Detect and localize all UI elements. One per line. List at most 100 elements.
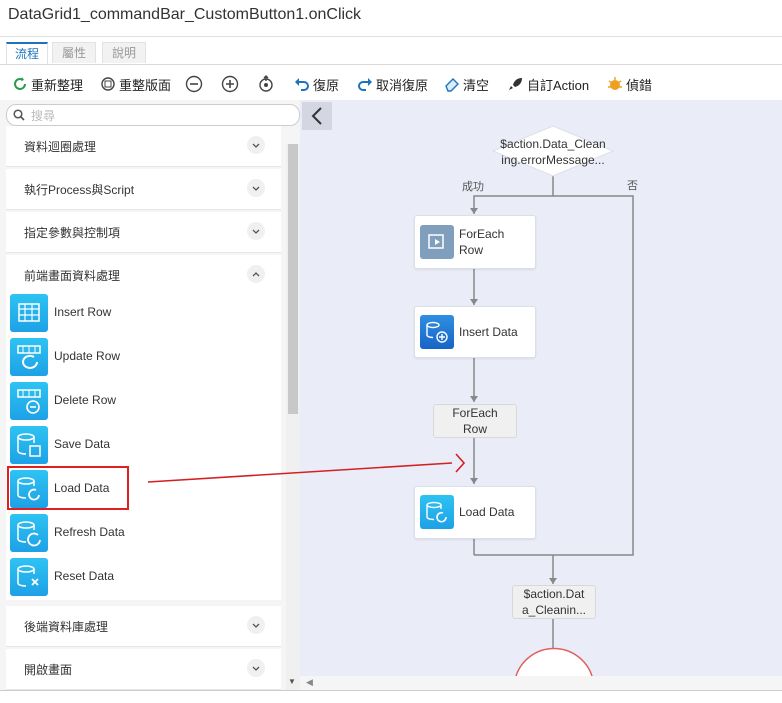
group-process-script[interactable]: 執行Process與Script — [6, 169, 281, 210]
database-save-icon — [10, 426, 48, 464]
table-icon — [10, 294, 48, 332]
scrollbar-thumb[interactable] — [288, 144, 298, 414]
search-placeholder: 搜尋 — [31, 109, 56, 123]
zoom-out-button[interactable] — [185, 74, 206, 94]
reorganize-button[interactable]: 重新整理 — [12, 74, 83, 94]
item-update-row[interactable]: Update Row — [10, 337, 270, 377]
load-data-label: Load Data — [459, 505, 515, 519]
foreach-end-node[interactable]: ForEach Row — [433, 404, 517, 438]
table-refresh-icon — [10, 338, 48, 376]
database-load-icon — [420, 495, 454, 529]
group-label: 後端資料庫處理 — [24, 620, 109, 634]
play-icon — [420, 225, 454, 259]
edge-label-success: 成功 — [462, 181, 484, 193]
group-label: 執行Process與Script — [24, 183, 135, 197]
action-line2: a_Cleanin... — [521, 603, 587, 617]
foreach-row-node[interactable]: ForEach Row — [414, 215, 536, 269]
reorganize-label: 重新整理 — [31, 77, 84, 93]
item-label: Delete Row — [54, 393, 117, 407]
item-label: Reset Data — [54, 569, 115, 583]
title-divider — [0, 36, 782, 37]
item-delete-row[interactable]: Delete Row — [10, 381, 270, 421]
toolbar: 重新整理 重整版面 復原 取消復原 清空 自訂Action 偵錯 — [0, 68, 782, 100]
group-data-loop[interactable]: 資料迴圈處理 — [6, 126, 281, 167]
decision-node[interactable]: $action.Data_Clean ing.errorMessage... — [492, 136, 614, 168]
foreach-end-line1: ForEach — [452, 406, 498, 420]
table-delete-icon — [10, 382, 48, 420]
fit-view-button[interactable] — [257, 74, 278, 94]
edge-label-no: 否 — [627, 180, 638, 192]
foreach-line2: Row — [459, 243, 484, 257]
item-label: Refresh Data — [54, 525, 125, 539]
window-title: DataGrid1_commandBar_CustomButton1.onCli… — [8, 6, 362, 23]
chevron-down-icon[interactable] — [247, 616, 265, 634]
layout-icon — [101, 77, 115, 91]
chevron-down-icon[interactable] — [247, 659, 265, 677]
refresh-icon — [14, 77, 26, 90]
canvas-hscrollbar[interactable]: ◀ — [300, 676, 782, 690]
debug-label: 偵錯 — [626, 77, 653, 93]
zoom-out-icon — [185, 75, 203, 93]
scroll-left-icon[interactable]: ◀ — [306, 677, 313, 688]
insert-data-node[interactable]: Insert Data — [414, 306, 536, 358]
decision-line1: $action.Data_Clean — [500, 137, 606, 151]
tab-flow[interactable]: 流程 — [6, 42, 48, 64]
database-refresh-icon — [10, 514, 48, 552]
clear-button[interactable]: 清空 — [444, 74, 489, 94]
foreach-line1: ForEach — [459, 227, 505, 241]
group-label: 資料迴圈處理 — [24, 140, 97, 154]
item-label: Save Data — [54, 437, 111, 451]
zoom-in-button[interactable] — [221, 74, 242, 94]
item-insert-row[interactable]: Insert Row — [10, 293, 270, 333]
chevron-down-icon[interactable] — [247, 222, 265, 240]
chevron-left-icon — [311, 107, 322, 125]
item-label: Update Row — [54, 349, 121, 363]
eraser-icon — [445, 78, 459, 92]
rocket-icon — [509, 78, 522, 90]
scroll-down-icon[interactable]: ▼ — [288, 677, 296, 686]
debug-button[interactable]: 偵錯 — [607, 74, 652, 94]
collapse-sidebar-button[interactable] — [302, 102, 332, 130]
group-label: 開啟畫面 — [24, 663, 73, 677]
action-node[interactable]: $action.Dat a_Cleanin... — [512, 585, 596, 619]
database-insert-icon — [420, 315, 454, 349]
item-reset-data[interactable]: Reset Data — [10, 557, 270, 597]
zoom-in-icon — [221, 75, 239, 93]
sidebar-scrollbar[interactable]: ▼ — [286, 144, 300, 690]
database-reset-icon — [10, 558, 48, 596]
redo-icon — [358, 78, 372, 91]
search-input[interactable]: 搜尋 — [6, 104, 300, 126]
bug-icon — [608, 77, 622, 90]
footer-divider — [0, 690, 782, 691]
search-icon — [13, 109, 25, 121]
custom-action-button[interactable]: 自訂Action — [508, 74, 589, 94]
foreach-end-line2: Row — [462, 422, 487, 436]
redo-button[interactable]: 取消復原 — [357, 74, 428, 94]
custom-action-label: 自訂Action — [527, 77, 590, 93]
group-backend-db[interactable]: 後端資料庫處理 — [6, 606, 281, 647]
undo-icon — [295, 78, 309, 91]
chevron-down-icon[interactable] — [247, 179, 265, 197]
item-label: Insert Row — [54, 305, 112, 319]
insert-data-label: Insert Data — [459, 325, 518, 339]
relayout-label: 重整版面 — [119, 77, 172, 93]
tab-bar: 流程 屬性 說明 — [0, 42, 782, 64]
undo-button[interactable]: 復原 — [294, 74, 339, 94]
chevron-up-icon[interactable] — [247, 265, 265, 283]
item-refresh-data[interactable]: Refresh Data — [10, 513, 270, 553]
highlight-box — [7, 466, 129, 510]
tabs-divider — [0, 64, 782, 65]
group-label: 前端畫面資料處理 — [24, 269, 121, 283]
tab-description[interactable]: 說明 — [102, 42, 146, 63]
group-label: 指定參數與控制項 — [24, 226, 121, 240]
group-parameters-controls[interactable]: 指定參數與控制項 — [6, 212, 281, 253]
relayout-button[interactable]: 重整版面 — [100, 74, 171, 94]
item-save-data[interactable]: Save Data — [10, 425, 270, 465]
decision-line2: ing.errorMessage... — [501, 153, 605, 167]
group-open-screen[interactable]: 開啟畫面 — [6, 649, 281, 690]
load-data-node[interactable]: Load Data — [414, 486, 536, 539]
tab-properties[interactable]: 屬性 — [52, 42, 96, 63]
clear-label: 清空 — [463, 77, 490, 93]
redo-label: 取消復原 — [376, 77, 429, 93]
chevron-down-icon[interactable] — [247, 136, 265, 154]
